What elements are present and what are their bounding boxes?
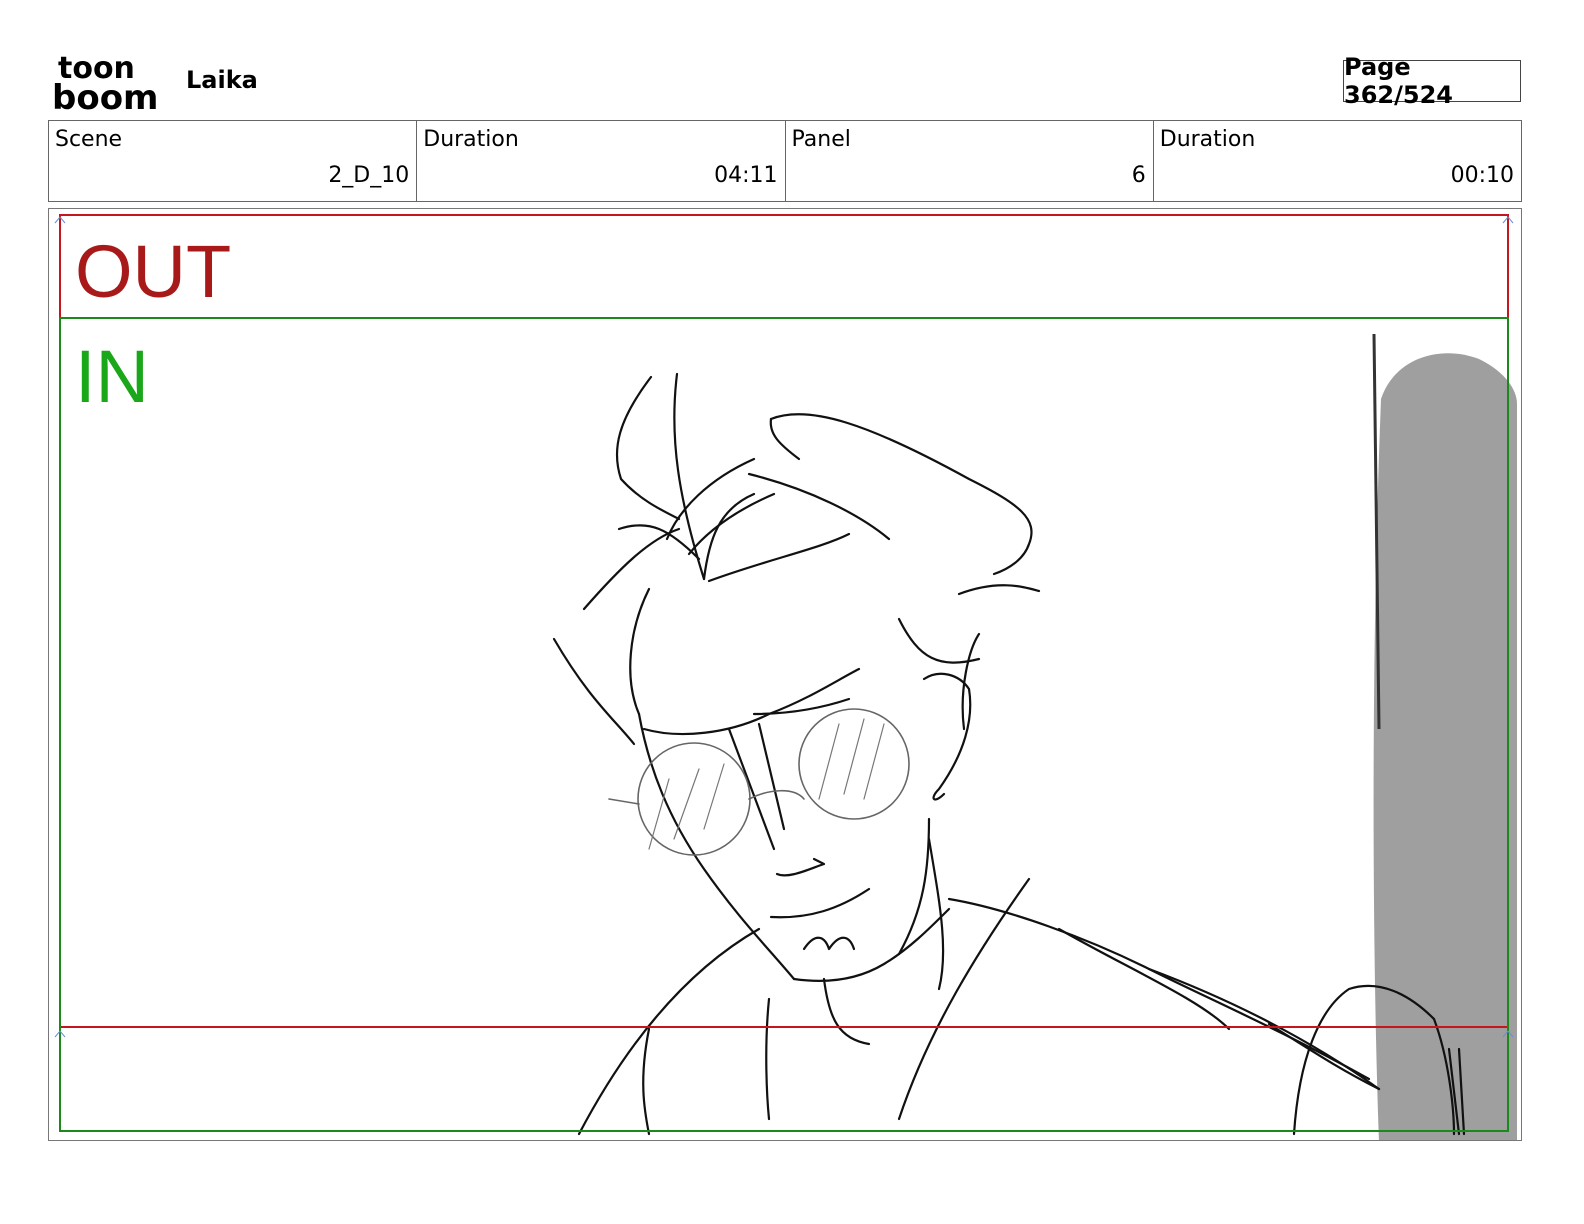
project-name: Laika (186, 66, 258, 94)
in-frame (59, 317, 1509, 1132)
scene-value: 2_D_10 (328, 163, 410, 188)
out-frame (59, 214, 1509, 1028)
scene-duration-cell: Duration 04:11 (417, 121, 786, 201)
panel-label: Panel (791, 127, 851, 152)
in-label: IN (75, 335, 149, 418)
panel-duration-value: 00:10 (1450, 163, 1514, 188)
panel-info-table: Scene 2_D_10 Duration 04:11 Panel 6 Dura… (48, 120, 1522, 202)
out-label: OUT (75, 230, 232, 313)
panel-duration-cell: Duration 00:10 (1154, 121, 1521, 201)
storyboard-panel: OUT IN (48, 208, 1522, 1141)
svg-text:boom: boom (52, 78, 158, 112)
panel-drawing (54, 214, 1517, 1140)
panel-duration-label: Duration (1159, 127, 1256, 152)
page-indicator: Page 362/524 (1343, 53, 1521, 109)
scene-cell: Scene 2_D_10 (49, 121, 418, 201)
panel-value: 6 (1131, 163, 1146, 188)
toon-boom-logo: toon boom (52, 51, 158, 112)
character-sketch (552, 372, 1466, 1136)
scene-duration-label: Duration (423, 127, 519, 152)
panel-cell: Panel 6 (786, 121, 1154, 201)
scene-duration-value: 04:11 (714, 163, 778, 188)
storyboard-page: toon boom Laika Page 362/524 Scene 2_D_1… (0, 0, 1584, 1224)
scene-label: Scene (55, 127, 123, 152)
wall-shadow (1373, 353, 1517, 1140)
